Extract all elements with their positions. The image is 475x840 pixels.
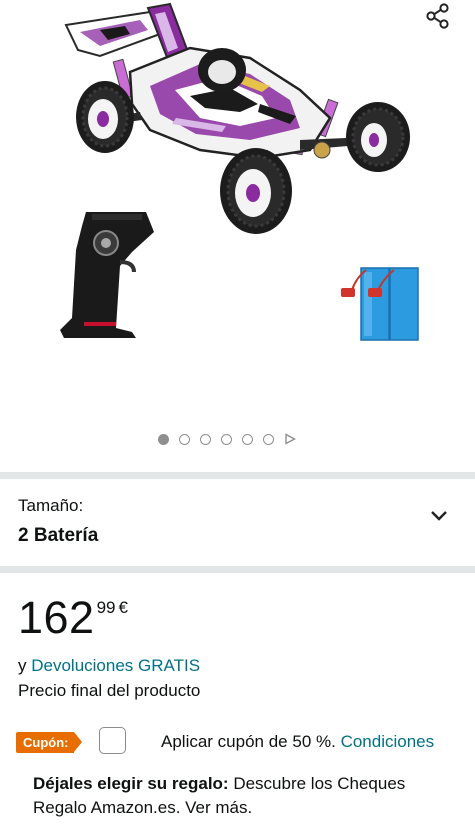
gallery-dot[interactable]: [221, 433, 232, 445]
coupon-badge-label: Cupón:: [23, 735, 69, 750]
gallery-dot[interactable]: [263, 433, 274, 445]
coupon-conditions-link[interactable]: Condiciones: [341, 732, 435, 751]
coupon-text: Aplicar cupón de 50 %.: [161, 732, 336, 751]
final-price-label: Precio final del producto: [18, 681, 201, 700]
section-divider: [0, 566, 475, 573]
coupon-badge: Cupón:: [16, 732, 82, 753]
size-value: 2 Batería: [18, 525, 99, 546]
product-image-gallery[interactable]: [0, 0, 475, 470]
product-image[interactable]: [0, 0, 475, 420]
price-currency: €: [118, 598, 128, 617]
gift-promo-title: Déjales elegir su regalo:: [33, 774, 229, 793]
price-fraction: 99: [96, 598, 116, 617]
gallery-dot[interactable]: [200, 433, 211, 445]
coupon-text-line: Aplicar cupón de 50 %. Condiciones: [161, 732, 434, 752]
size-selector[interactable]: Tamaño: 2 Batería: [0, 480, 475, 565]
play-video-icon[interactable]: [284, 433, 296, 445]
gallery-dot[interactable]: [242, 433, 253, 445]
price: 162 99 €: [18, 594, 128, 642]
price-whole: 162: [18, 592, 95, 643]
chevron-down-icon[interactable]: [429, 509, 449, 523]
returns-line: y Devoluciones GRATIS: [18, 656, 200, 676]
coupon-checkbox[interactable]: [99, 727, 126, 754]
size-label: Tamaño:: [18, 496, 84, 515]
gallery-pagination: [158, 433, 296, 445]
gift-promo[interactable]: Déjales elegir su regalo: Descubre los C…: [33, 772, 453, 820]
free-returns-link[interactable]: Devoluciones GRATIS: [31, 656, 200, 675]
gallery-dot[interactable]: [179, 433, 190, 445]
section-divider: [0, 472, 475, 479]
returns-prefix: y: [18, 656, 32, 675]
share-icon[interactable]: [424, 2, 452, 30]
gallery-dot[interactable]: [158, 433, 169, 445]
